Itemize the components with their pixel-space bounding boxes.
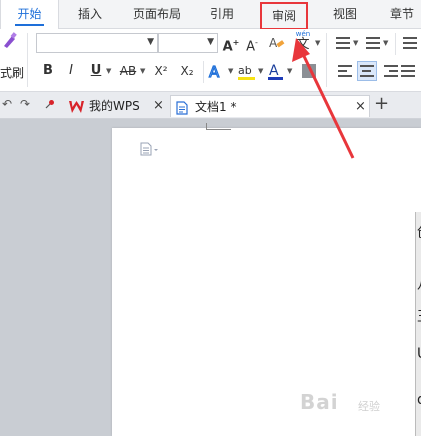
bold-button[interactable]: B — [40, 61, 56, 81]
align-center-button[interactable] — [357, 61, 377, 81]
numbered-list-icon[interactable] — [366, 37, 380, 49]
tab-insert[interactable]: 插入 — [65, 0, 115, 28]
document-icon — [176, 100, 188, 115]
ribbon-tab-bar: 开始 插入 页面布局 引用 审阅 视图 章节 — [0, 0, 421, 30]
chevron-down-icon: ▼ — [147, 37, 154, 47]
watermark-logo: Bai — [300, 390, 339, 414]
align-left-icon[interactable] — [338, 65, 352, 77]
close-icon[interactable]: × — [153, 95, 164, 117]
divider — [395, 33, 396, 55]
chevron-down-icon[interactable]: ▼ — [258, 67, 263, 75]
svg-text:A: A — [269, 63, 279, 79]
pin-icon[interactable] — [45, 98, 55, 109]
strikethrough-button[interactable]: AB — [117, 61, 139, 81]
edge-text: 八 — [417, 274, 421, 294]
bullet-list-icon[interactable] — [336, 37, 350, 49]
superscript-button[interactable]: X² — [150, 61, 172, 81]
close-icon[interactable]: × — [355, 96, 366, 118]
page-corner-mark — [206, 123, 231, 130]
format-painter-icon[interactable] — [2, 32, 18, 50]
edge-text: 王 — [417, 306, 421, 326]
document-page[interactable] — [112, 128, 421, 436]
redo-icon[interactable]: ↷ — [20, 97, 30, 111]
divider — [203, 61, 204, 83]
edge-text: U — [417, 346, 421, 362]
char-shading-icon[interactable] — [302, 64, 316, 78]
edge-text: 创 — [417, 222, 421, 242]
phonetic-guide-icon[interactable]: wén 文 — [292, 30, 314, 54]
font-name-select[interactable]: ▼ — [36, 33, 158, 53]
clear-format-icon[interactable]: A — [268, 34, 286, 52]
chevron-down-icon[interactable]: ▼ — [383, 39, 388, 47]
decrease-indent-icon[interactable] — [403, 37, 417, 49]
tab-document-1-label: 文档1 * — [195, 100, 237, 114]
font-color-icon[interactable]: A — [268, 62, 284, 82]
divider — [326, 33, 327, 87]
shrink-font-icon[interactable]: A- — [243, 33, 261, 54]
chevron-down-icon[interactable]: ▼ — [106, 67, 111, 75]
tab-section[interactable]: 章节 — [380, 0, 421, 28]
phonetic-char: 文 — [296, 37, 310, 52]
new-tab-button[interactable]: + — [374, 93, 389, 114]
tab-home[interactable]: 开始 — [0, 0, 59, 29]
tab-my-wps[interactable]: 我的WPS × — [65, 95, 165, 117]
document-tab-bar: ↶ ↷ 我的WPS × 文档1 * × + — [0, 92, 421, 119]
chevron-down-icon[interactable]: ▼ — [315, 39, 320, 47]
svg-text:A: A — [269, 36, 278, 50]
format-painter-label[interactable]: 式刷 — [0, 64, 24, 81]
svg-text:A: A — [209, 63, 220, 81]
justify-icon[interactable] — [401, 65, 415, 77]
underline-button[interactable]: U — [88, 61, 104, 81]
text-effect-icon[interactable]: A — [208, 62, 226, 82]
chevron-down-icon: ▼ — [207, 37, 214, 47]
undo-icon[interactable]: ↶ — [2, 97, 12, 111]
tab-my-wps-label: 我的WPS — [89, 99, 140, 113]
align-right-icon[interactable] — [384, 65, 398, 77]
edge-text: d — [417, 392, 421, 408]
tab-document-1[interactable]: 文档1 * × — [170, 95, 370, 117]
divider — [27, 33, 28, 87]
wps-logo-icon — [69, 99, 84, 113]
tab-review[interactable]: 审阅 — [260, 2, 308, 30]
ribbon: 式刷 ▼ ▼ A+ A- A wén 文 ▼ ▼ ▼ B I U ▼ AB ▼ … — [0, 29, 421, 92]
tab-view[interactable]: 视图 — [320, 0, 370, 28]
italic-button[interactable]: I — [64, 61, 78, 81]
subscript-button[interactable]: X₂ — [176, 61, 198, 81]
font-size-select[interactable]: ▼ — [158, 33, 218, 53]
grow-font-icon[interactable]: A+ — [222, 33, 240, 54]
chevron-down-icon[interactable]: ▼ — [140, 67, 145, 75]
tab-references[interactable]: 引用 — [198, 0, 246, 28]
tab-page-layout[interactable]: 页面布局 — [125, 0, 189, 28]
chevron-down-icon[interactable]: ▼ — [228, 67, 233, 75]
adjacent-page-edge: 创 八 王 U d — [415, 212, 421, 436]
highlight-icon[interactable]: ab — [238, 62, 256, 82]
chevron-down-icon[interactable]: ▼ — [353, 39, 358, 47]
watermark-text: 经验 — [358, 400, 380, 413]
chevron-down-icon[interactable]: ▼ — [287, 67, 292, 75]
svg-text:ab: ab — [238, 64, 252, 77]
paragraph-options-icon[interactable] — [140, 142, 160, 156]
